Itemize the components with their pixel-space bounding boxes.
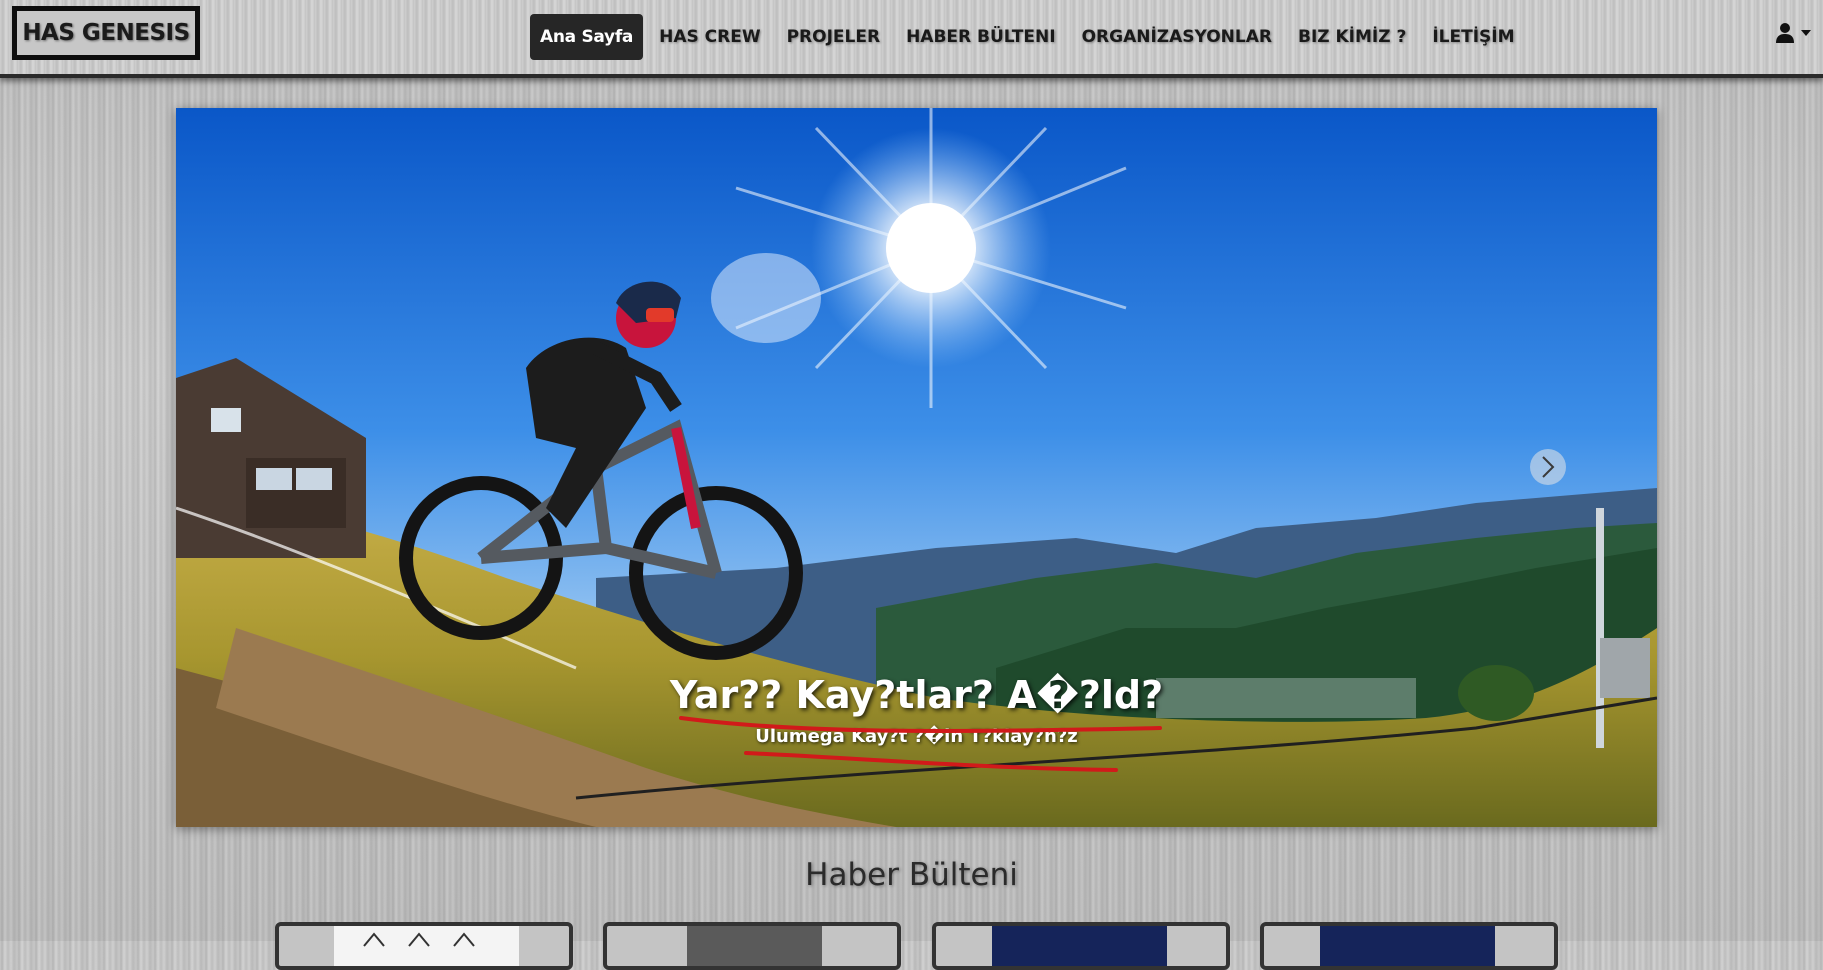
nav-item-ana-sayfa[interactable]: Ana Sayfa — [530, 14, 644, 60]
user-menu[interactable] — [1775, 22, 1811, 44]
news-card-2[interactable] — [603, 922, 901, 970]
caption-underline — [679, 716, 1162, 772]
nav-item-iletisim[interactable]: İLETİŞİM — [1422, 14, 1524, 60]
nav-item-haber-bulteni[interactable]: HABER BÜLTENI — [896, 14, 1066, 60]
news-card-thumbnail — [687, 926, 822, 966]
caret-down-icon — [1801, 30, 1811, 36]
news-card-thumbnail — [1320, 926, 1495, 966]
news-card-4[interactable] — [1260, 922, 1558, 970]
nav-item-projeler[interactable]: PROJELER — [777, 14, 890, 60]
nav-item-biz-kimiz[interactable]: BIZ KİMİZ ? — [1288, 14, 1416, 60]
news-card-thumbnail — [334, 926, 519, 966]
news-card-3[interactable] — [932, 922, 1230, 970]
nav-item-organizasyonlar[interactable]: ORGANİZASYONLAR — [1072, 14, 1282, 60]
main-nav: Ana Sayfa HAS CREW PROJELER HABER BÜLTEN… — [530, 14, 1531, 60]
hero-carousel[interactable]: Yar?? Kay?tlar? A�?ld? Ulumega Kay?t ?�i… — [176, 108, 1657, 827]
news-card-thumbnail — [992, 926, 1167, 966]
brand-name: HAS GENESIS — [22, 20, 190, 46]
news-section-title: Haber Bülteni — [805, 857, 1018, 893]
navbar: HAS GENESIS Ana Sayfa HAS CREW PROJELER … — [0, 0, 1823, 78]
news-card-1[interactable] — [275, 922, 573, 970]
user-icon — [1776, 23, 1794, 43]
nav-item-has-crew[interactable]: HAS CREW — [649, 14, 770, 60]
brand-logo[interactable]: HAS GENESIS — [12, 6, 200, 60]
